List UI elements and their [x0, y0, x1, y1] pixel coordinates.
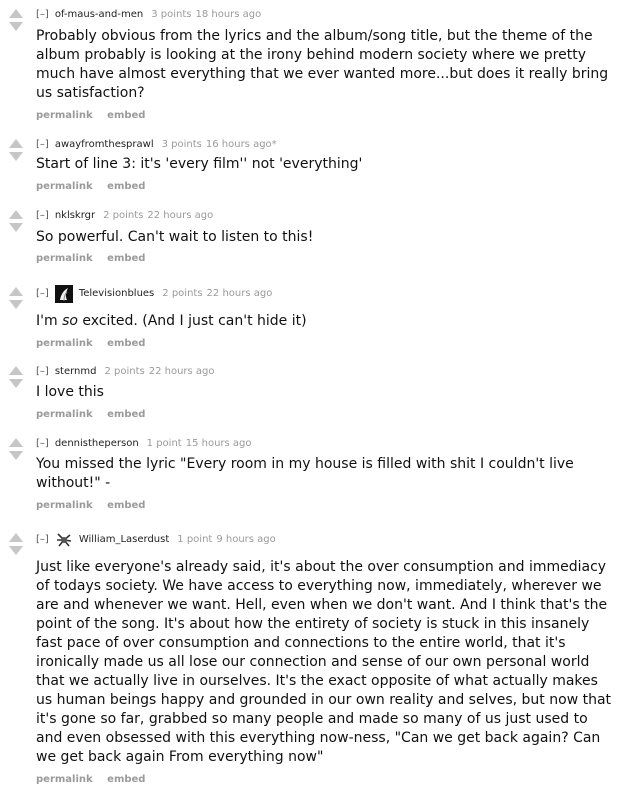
vote-arrows: [8, 139, 24, 161]
comment-tagline: [–] of-maus-and-men 3 points 18 hours ag…: [36, 7, 261, 23]
comment-body: You missed the lyric "Every room in my h…: [36, 456, 574, 491]
comment-buttons: permalink embed: [36, 409, 156, 420]
embed-link[interactable]: embed: [107, 338, 145, 349]
comment-time: 22 hours ago: [147, 210, 214, 221]
comment-body: So powerful. Can't wait to listen to thi…: [36, 229, 314, 245]
comment-tagline: [–] Televisionblues 2 points 22 hours ag…: [36, 283, 272, 305]
vote-arrows: [8, 9, 24, 31]
comment-author[interactable]: Televisionblues: [79, 286, 154, 302]
upvote-arrow-icon[interactable]: [9, 139, 23, 148]
comment-buttons: permalink embed: [36, 110, 156, 121]
embed-link[interactable]: embed: [107, 409, 145, 420]
television-avatar-icon[interactable]: [54, 285, 73, 303]
comment-author[interactable]: awayfromthesprawl: [55, 137, 154, 153]
collapse-toggle[interactable]: [–]: [36, 286, 49, 302]
vote-arrows: [8, 287, 24, 309]
comment-author[interactable]: William_Laserdust: [79, 532, 169, 548]
permalink-link[interactable]: permalink: [36, 500, 93, 511]
comment-body: Just like everyone's already said, it's …: [36, 559, 612, 765]
comment-body-text: I'm: [36, 313, 63, 329]
embed-link[interactable]: embed: [107, 181, 145, 192]
comment-buttons: permalink embed: [36, 338, 156, 349]
comment-author[interactable]: of-maus-and-men: [55, 7, 143, 23]
permalink-link[interactable]: permalink: [36, 774, 93, 785]
embed-link[interactable]: embed: [107, 774, 145, 785]
comment-body: I'm so excited. (And I just can't hide i…: [36, 312, 616, 331]
collapse-toggle[interactable]: [–]: [36, 7, 49, 23]
downvote-arrow-icon[interactable]: [9, 451, 23, 460]
comment-tagline: [–] nklskrgr 2 points 22 hours ago: [36, 208, 213, 224]
comment-body-emphasis: so: [62, 313, 78, 329]
comment-score: 2 points: [104, 366, 145, 377]
downvote-arrow-icon[interactable]: [9, 546, 23, 555]
comment-tagline: [–] sternmd 2 points 22 hours ago: [36, 364, 215, 380]
downvote-arrow-icon[interactable]: [9, 223, 23, 232]
comment-buttons: permalink embed: [36, 500, 156, 511]
embed-link[interactable]: embed: [107, 110, 145, 121]
comment-time: 22 hours ago: [206, 288, 273, 299]
upvote-arrow-icon[interactable]: [9, 533, 23, 542]
upvote-arrow-icon[interactable]: [9, 9, 23, 18]
comment-time: 22 hours ago: [148, 366, 215, 377]
vote-arrows: [8, 366, 24, 388]
comment-score: 3 points: [161, 139, 202, 150]
comment-time: 16 hours ago*: [205, 139, 277, 150]
comment-score: 1 point: [177, 534, 213, 545]
upvote-arrow-icon[interactable]: [9, 210, 23, 219]
comment-score: 2 points: [162, 288, 203, 299]
permalink-link[interactable]: permalink: [36, 253, 93, 264]
comment-body: I love this: [36, 384, 104, 400]
comment-author[interactable]: dennistheperson: [55, 436, 139, 452]
comment-time: 15 hours ago: [185, 438, 252, 449]
vote-arrows: [8, 533, 24, 555]
comment-body-text: excited. (And I just can't hide it): [77, 313, 307, 329]
downvote-arrow-icon[interactable]: [9, 379, 23, 388]
collapse-toggle[interactable]: [–]: [36, 364, 49, 380]
comment-score: 1 point: [146, 438, 182, 449]
vote-arrows: [8, 438, 24, 460]
upvote-arrow-icon[interactable]: [9, 438, 23, 447]
collapse-toggle[interactable]: [–]: [36, 436, 49, 452]
comment-author[interactable]: sternmd: [55, 364, 97, 380]
comment-score: 3 points: [151, 9, 192, 20]
permalink-link[interactable]: permalink: [36, 409, 93, 420]
comment-body: Start of line 3: it's 'every film'' not …: [36, 156, 363, 172]
downvote-arrow-icon[interactable]: [9, 300, 23, 309]
comment-body: Probably obvious from the lyrics and the…: [36, 28, 609, 101]
collapse-toggle[interactable]: [–]: [36, 532, 49, 548]
upvote-arrow-icon[interactable]: [9, 287, 23, 296]
downvote-arrow-icon[interactable]: [9, 22, 23, 31]
embed-link[interactable]: embed: [107, 500, 145, 511]
comment-buttons: permalink embed: [36, 181, 156, 192]
comment-buttons: permalink embed: [36, 774, 156, 785]
comment-tagline: [–] dennistheperson 1 point 15 hours ago: [36, 436, 252, 452]
comment-tagline: [–] awayfromthesprawl 3 points 16 hours …: [36, 137, 277, 153]
comment-buttons: permalink embed: [36, 253, 156, 264]
permalink-link[interactable]: permalink: [36, 110, 93, 121]
collapse-toggle[interactable]: [–]: [36, 208, 49, 224]
downvote-arrow-icon[interactable]: [9, 152, 23, 161]
permalink-link[interactable]: permalink: [36, 338, 93, 349]
comment-tagline: [–] William_Laserdust 1 point 9 hours ag…: [36, 530, 276, 550]
upvote-arrow-icon[interactable]: [9, 366, 23, 375]
laserdust-avatar-icon[interactable]: [54, 531, 73, 549]
embed-link[interactable]: embed: [107, 253, 145, 264]
comment-time: 9 hours ago: [216, 534, 276, 545]
comment-time: 18 hours ago: [195, 9, 262, 20]
comment-score: 2 points: [103, 210, 144, 221]
permalink-link[interactable]: permalink: [36, 181, 93, 192]
collapse-toggle[interactable]: [–]: [36, 137, 49, 153]
comment-author[interactable]: nklskrgr: [55, 208, 95, 224]
vote-arrows: [8, 210, 24, 232]
